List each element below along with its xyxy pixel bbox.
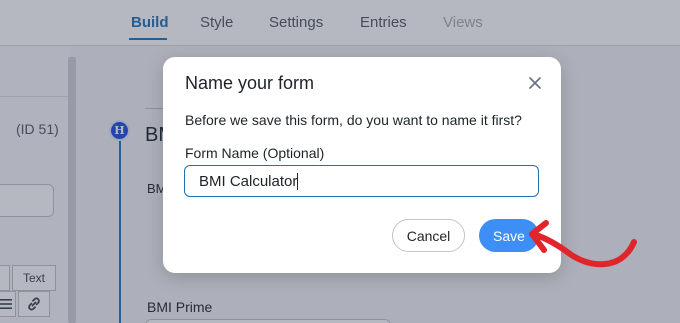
name-form-dialog: Name your form Before we save this form,… xyxy=(163,57,561,273)
text-cursor xyxy=(297,173,298,190)
arrow-annotation-icon xyxy=(529,220,637,268)
dialog-title: Name your form xyxy=(185,73,315,93)
form-name-input[interactable] xyxy=(184,165,539,197)
cancel-button[interactable]: Cancel xyxy=(392,219,465,252)
close-button[interactable] xyxy=(525,73,545,93)
dialog-description: Before we save this form, do you want to… xyxy=(185,112,522,128)
close-icon xyxy=(529,77,541,89)
form-name-label: Form Name (Optional) xyxy=(185,145,325,161)
